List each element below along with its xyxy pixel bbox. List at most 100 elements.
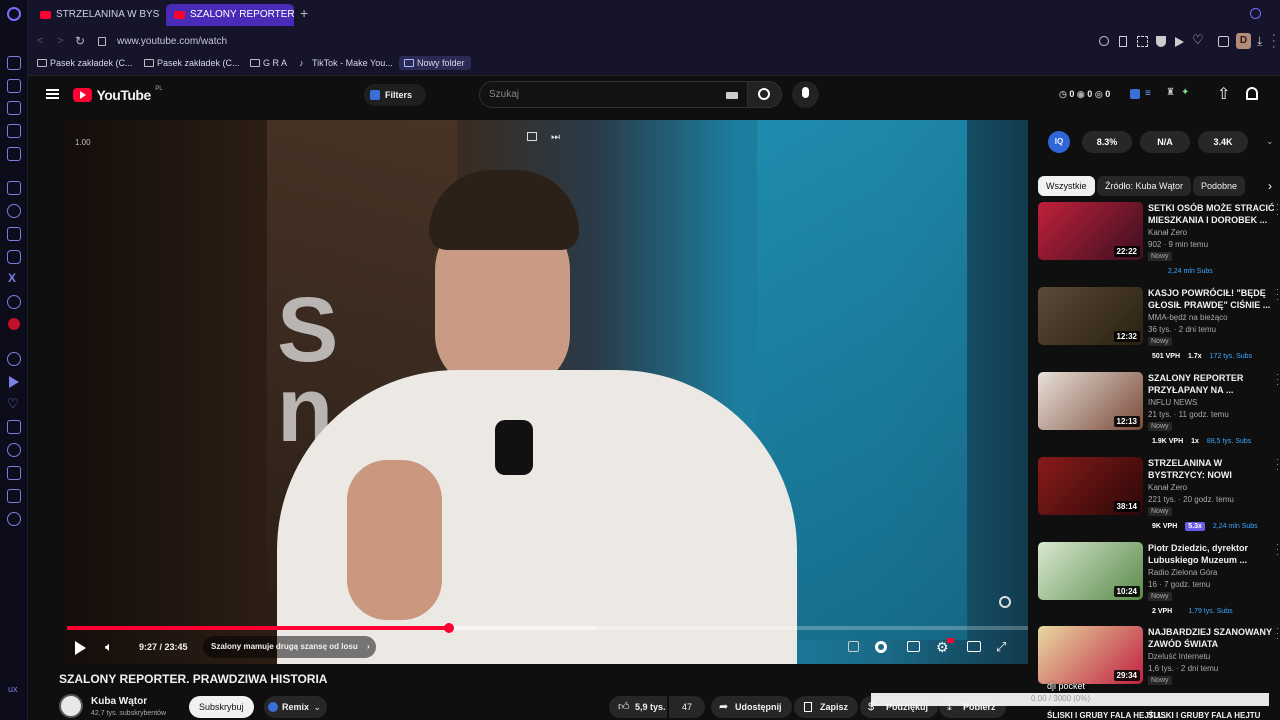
chip-wszystkie[interactable]: Wszystkie xyxy=(1038,176,1095,196)
play-button[interactable] xyxy=(75,641,86,655)
subtitles-icon[interactable] xyxy=(907,641,920,652)
remix-button[interactable]: Remix ⌄ xyxy=(264,696,328,718)
rail-x-icon[interactable]: X xyxy=(8,271,16,285)
video-thumbnail[interactable]: 12:13 xyxy=(1038,372,1143,430)
video-title[interactable]: NAJBARDZIEJ SZANOWANY ZAWÓD ŚWIATA xyxy=(1148,626,1280,650)
zoom-player-icon[interactable] xyxy=(999,596,1011,608)
channel-name[interactable]: Radio Zielona Góra xyxy=(1148,568,1217,577)
chips-next-icon[interactable]: › xyxy=(1268,179,1272,193)
cast-icon[interactable] xyxy=(527,132,537,141)
bookmark-folder-gra[interactable]: G R A xyxy=(250,58,287,68)
browser-logo-icon[interactable] xyxy=(7,7,21,21)
video-thumbnail[interactable]: 22:22 xyxy=(1038,202,1143,260)
video-player[interactable]: Sn 1.00 ⏭ 🔈︎ 9:27 / 23:45 Szalony mamuje… xyxy=(67,120,1028,664)
rail-social-icon[interactable] xyxy=(7,79,21,93)
extensions-icon[interactable] xyxy=(1218,36,1229,47)
bookmark-folder-1[interactable]: Pasek zakładek (C... xyxy=(37,58,133,68)
profile-avatar[interactable]: D xyxy=(1236,33,1251,49)
rail-heart-icon[interactable]: ♡ xyxy=(7,396,19,412)
notifications-bell-icon[interactable] xyxy=(1246,87,1258,100)
rail-bag-icon[interactable] xyxy=(7,101,21,115)
fullscreen-icon[interactable]: ⤢ xyxy=(996,639,1006,655)
rail-twitch-icon[interactable] xyxy=(7,181,21,195)
youtube-logo[interactable]: YouTube PL xyxy=(73,86,163,106)
award-icon[interactable]: ♜ xyxy=(1166,87,1175,98)
zoom-icon[interactable] xyxy=(1099,36,1109,46)
related-video-item[interactable]: 12:32 KASJO POWRÓCIŁ! "BĘDĘ GŁOSIŁ PRAWDĘ… xyxy=(1038,285,1280,369)
sparkle-icon[interactable]: ✦ xyxy=(1181,87,1189,98)
rail-settings-icon[interactable] xyxy=(7,512,21,526)
related-video-item[interactable]: 38:14 STRZELANINA W BYSTRZYCY: NOWI ŚWIAD… xyxy=(1038,455,1280,539)
more-options-icon[interactable]: · · · xyxy=(1276,200,1279,219)
more-options-icon[interactable]: · · · xyxy=(1276,624,1279,643)
chip-zrodlo[interactable]: Źródło: Kuba Wątor xyxy=(1097,176,1192,196)
related-video-item[interactable]: 10:24 Piotr Dziedzic, dyrektor Lubuskiego… xyxy=(1038,540,1280,624)
chapter-button[interactable]: Szalony mamuje drugą szansę od losu › xyxy=(203,636,376,658)
iq-sidebar-logo[interactable]: IQ xyxy=(1048,131,1070,153)
rail-messages-icon[interactable] xyxy=(7,56,21,70)
rail-mail-icon[interactable] xyxy=(7,147,21,161)
rail-instagram-icon[interactable] xyxy=(7,250,21,264)
more-options-icon[interactable]: · · · xyxy=(1276,285,1279,304)
more-options-icon[interactable]: · · · xyxy=(1276,455,1279,474)
next-top-icon[interactable]: ⏭ xyxy=(551,132,560,143)
player-icon[interactable] xyxy=(1175,37,1184,47)
search-button[interactable] xyxy=(747,81,782,108)
video-title[interactable]: STRZELANINA W BYSTRZYCY: NOWI ŚWIADKOWIE… xyxy=(1148,457,1280,481)
channel-name[interactable]: Kuba Wątor xyxy=(91,696,147,707)
menu-dots-icon[interactable]: · · · xyxy=(1272,30,1276,53)
video-title[interactable]: SETKI OSÓB MOŻE STRACIĆ MIESZKANIA I DOR… xyxy=(1148,202,1280,226)
video-thumbnail[interactable]: 10:24 xyxy=(1038,542,1143,600)
rail-discord-icon[interactable] xyxy=(7,227,21,241)
share-button[interactable]: ➦ Udostępnij xyxy=(711,696,792,718)
video-title[interactable]: SZALONY REPORTER PRZYŁAPANY NA ... xyxy=(1148,372,1280,396)
heart-icon[interactable]: ♡ xyxy=(1192,32,1204,48)
list-icon[interactable]: ≡ xyxy=(1145,88,1151,99)
tab-strzelanina[interactable]: STRZELANINA W BYSTRZ xyxy=(32,4,160,26)
rail-download-icon[interactable] xyxy=(7,466,21,480)
search-input[interactable]: Szukaj xyxy=(479,81,748,108)
channel-name[interactable]: Kanał Zero xyxy=(1148,228,1187,237)
channel-name[interactable]: INFLU NEWS xyxy=(1148,398,1197,407)
new-tab-button[interactable]: + xyxy=(300,5,308,21)
autoplay-toggle-icon[interactable] xyxy=(875,641,887,653)
chip-podobne[interactable]: Podobne xyxy=(1193,176,1246,196)
expand-chevron-icon[interactable]: ⌄ xyxy=(1266,136,1274,147)
rail-messenger-icon[interactable] xyxy=(7,204,21,218)
reload-icon[interactable]: ↻ xyxy=(75,34,85,48)
filters-button[interactable]: Filters xyxy=(364,84,426,106)
video-thumbnail[interactable]: 29:34 xyxy=(1038,626,1143,684)
comments-count-button[interactable]: 47 xyxy=(669,696,705,718)
more-options-icon[interactable]: · · · xyxy=(1276,370,1279,389)
url-field[interactable]: www.youtube.com/watch xyxy=(117,36,227,47)
voice-search-button[interactable] xyxy=(792,81,819,108)
lock-icon[interactable] xyxy=(98,37,106,46)
channel-name[interactable]: MMA-będź na bieżąco xyxy=(1148,313,1228,322)
pin-icon[interactable] xyxy=(1119,36,1127,47)
downloads-icon[interactable]: ⤓ xyxy=(1257,34,1262,49)
related-video-item[interactable]: 22:22 SETKI OSÓB MOŻE STRACIĆ MIESZKANIA … xyxy=(1038,200,1280,284)
bookmark-nowy-folder[interactable]: Nowy folder xyxy=(399,56,471,70)
video-thumbnail[interactable]: 12:32 xyxy=(1038,287,1143,345)
rail-red-dot-icon[interactable] xyxy=(8,318,20,330)
subscribe-button[interactable]: Subskrybuj xyxy=(189,696,254,718)
rail-clock-icon[interactable] xyxy=(7,443,21,457)
keyboard-icon[interactable] xyxy=(726,92,738,99)
next-video-title-2[interactable]: ŚLISKI I GRUBY FALA HEJTU xyxy=(1148,711,1260,720)
channel-avatar[interactable] xyxy=(59,694,83,718)
bookmark-folder-2[interactable]: Pasek zakładek (C... xyxy=(144,58,240,68)
video-title[interactable]: Piotr Dziedzic, dyrektor Lubuskiego Muze… xyxy=(1148,542,1280,566)
more-options-icon[interactable]: · · · xyxy=(1276,540,1279,559)
rail-wallet-icon[interactable] xyxy=(7,124,21,138)
related-video-item[interactable]: 12:13 SZALONY REPORTER PRZYŁAPANY NA ... I… xyxy=(1038,370,1280,454)
rail-telegram-icon[interactable] xyxy=(7,295,21,309)
bookmark-tiktok[interactable]: ♪ TikTok - Make You... xyxy=(299,58,393,68)
tab-szalony-reporter[interactable]: SZALONY REPORTER. PR/ xyxy=(166,4,294,26)
volume-icon[interactable]: 🔈︎ xyxy=(105,639,113,655)
save-button[interactable]: Zapisz xyxy=(794,696,859,718)
rail-more-icon[interactable]: ux xyxy=(8,684,18,694)
upload-icon[interactable]: ⇧ xyxy=(1217,84,1230,104)
like-button[interactable]: 👍︎ 5,9 tys. xyxy=(609,696,667,718)
back-icon[interactable]: < xyxy=(37,35,43,47)
video-title[interactable]: KASJO POWRÓCIŁ! "BĘDĘ GŁOSIŁ PRAWDĘ" CIŚ… xyxy=(1148,287,1280,311)
